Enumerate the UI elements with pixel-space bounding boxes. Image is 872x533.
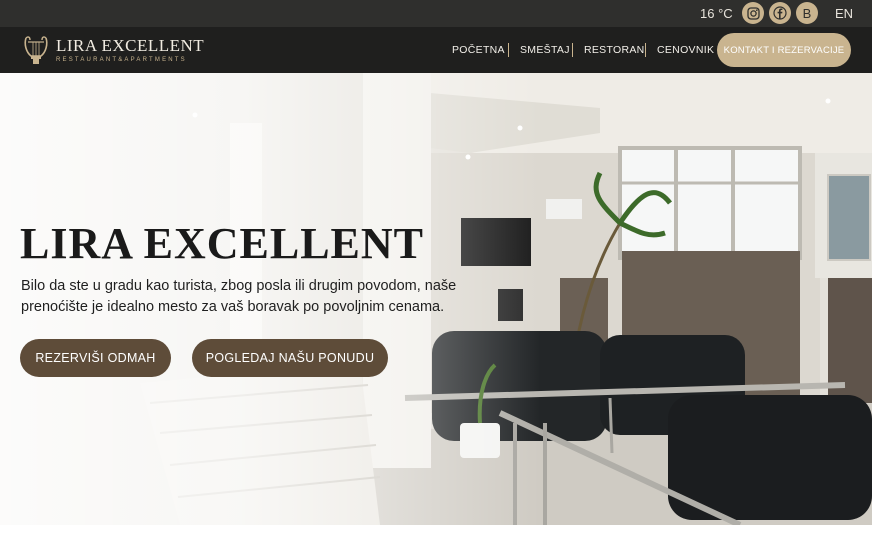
hero-description: Bilo da ste u gradu kao turista, zbog po… [21, 278, 457, 315]
booking-link[interactable]: B [796, 2, 818, 24]
view-offer-button[interactable]: POGLEDAJ NAŠU PONUDU [192, 339, 388, 377]
nav-item-cenovnik[interactable]: CENOVNIK [657, 44, 714, 56]
nav-divider [508, 43, 509, 57]
instagram-icon [746, 6, 760, 20]
lyre-icon [24, 36, 48, 64]
facebook-link[interactable] [769, 2, 791, 24]
reserve-now-button[interactable]: REZERVIŠI ODMAH [20, 339, 171, 377]
booking-icon: B [802, 5, 812, 21]
hero-section: LIRA EXCELLENT Bilo da ste u gradu kao t… [0, 73, 872, 525]
main-navbar: LIRA EXCELLENT RESTAURANT&APARTMENTS POČ… [0, 27, 872, 73]
brand-name: LIRA EXCELLENT [56, 35, 205, 55]
page-bottom-edge [0, 525, 872, 533]
instagram-link[interactable] [742, 2, 764, 24]
temperature-readout: 16 °C [700, 6, 733, 21]
nav-item-smestaj[interactable]: SMEŠTAJ [520, 44, 570, 56]
brand-text: LIRA EXCELLENT RESTAURANT&APARTMENTS [56, 37, 204, 64]
brand-logo[interactable]: LIRA EXCELLENT RESTAURANT&APARTMENTS [22, 33, 204, 67]
nav-divider [645, 43, 646, 57]
nav-item-pocetna[interactable]: POČETNA [452, 44, 505, 56]
hero-title: LIRA EXCELLENT [20, 219, 425, 268]
facebook-icon [773, 6, 787, 20]
nav-item-restoran[interactable]: RESTORAN [584, 44, 645, 56]
top-utility-bar: 16 °C B EN [0, 0, 872, 27]
nav-divider [572, 43, 573, 57]
brand-tagline: RESTAURANT&APARTMENTS [56, 56, 187, 63]
contact-reservation-button[interactable]: KONTAKT I REZERVACIJE [717, 33, 851, 67]
language-switch[interactable]: EN [835, 6, 853, 21]
